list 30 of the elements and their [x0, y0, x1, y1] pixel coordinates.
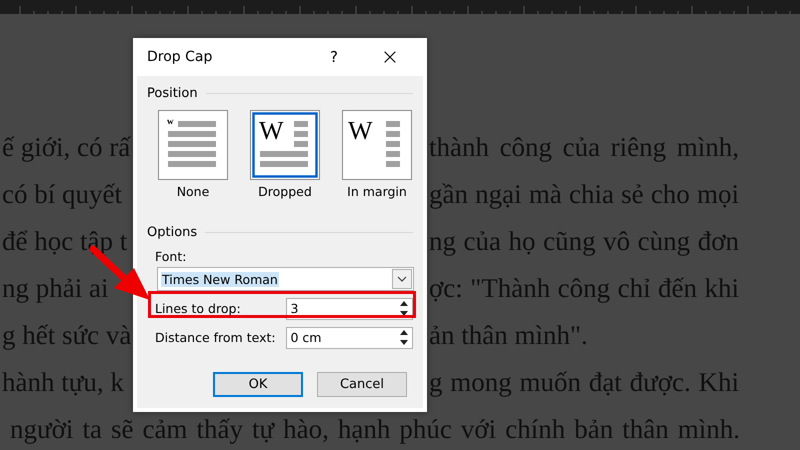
dialog-button[interactable]: Cancel [317, 372, 407, 397]
drop-cap-icon: W [342, 110, 412, 180]
group-label: Position [147, 86, 198, 100]
document-text: ng của họ cũng vô cùng đơn [429, 225, 739, 258]
document-text: gần ngại mà chia sẻ cho mọi [429, 178, 739, 211]
document-text: g hết sức và [2, 319, 132, 352]
close-button[interactable]: × [378, 44, 402, 70]
document-text: ợc: "Thành công chỉ đến khi [429, 272, 739, 305]
document-text: ản thân mình". [429, 319, 589, 352]
chevron-down-icon [397, 276, 407, 282]
document-text: có bí quyết [2, 178, 122, 211]
document-text: ế giới, có rấ [2, 131, 130, 164]
font-dropdown[interactable]: Times New Roman [157, 267, 414, 291]
document-text: ng phải ai [2, 272, 108, 305]
position-option[interactable]: W In margin [342, 110, 412, 199]
dialog-button[interactable]: OK [213, 372, 303, 397]
dialog-title: Drop Cap [147, 49, 214, 65]
help-button[interactable]: ? [324, 48, 344, 66]
field-label: Distance from text: [155, 330, 277, 345]
field-label: Lines to drop: [155, 301, 242, 316]
position-option[interactable]: w None [158, 110, 228, 199]
drop-cap-icon: W [250, 110, 320, 180]
position-option[interactable]: W Dropped [250, 110, 320, 199]
font-label: Font: [155, 249, 188, 265]
text-lines-icon: w [158, 110, 228, 180]
document-text: thành công của riêng mình, [429, 131, 739, 164]
document-text: người ta sẽ cảm thấy tự hào, hạnh phúc với chính bản thân mình. [10, 413, 740, 446]
group-label: Options [147, 224, 198, 240]
spin-field[interactable]: 0 cm [286, 326, 413, 348]
document-text: g mong muốn đạt được. Khi [429, 366, 739, 399]
